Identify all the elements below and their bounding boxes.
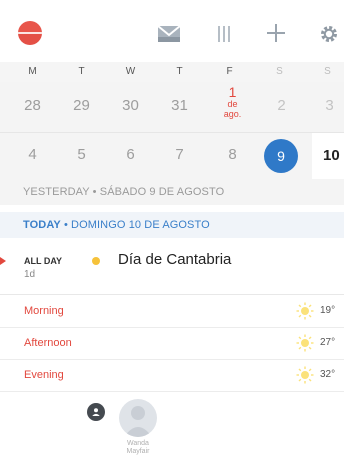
sync-indicator-icon[interactable] (18, 21, 42, 45)
weekday-label: F (226, 66, 233, 77)
day-number: 28 (24, 97, 41, 114)
calendar-day[interactable]: 6 (106, 133, 155, 179)
calendar-day-holiday[interactable]: 1 de ago. (208, 82, 257, 132)
sun-icon (296, 334, 314, 352)
selected-day[interactable]: 9 (264, 139, 298, 173)
all-day-label: ALL DAY (24, 256, 63, 266)
day-number: 1 (228, 84, 237, 100)
contact-name-line: Mayfair (126, 448, 150, 455)
temperature: 27° (320, 337, 336, 348)
day-number: 4 (28, 146, 37, 163)
current-time-marker-icon (0, 257, 6, 265)
today-label: TODAY (23, 219, 61, 231)
weekday-label: S (324, 66, 331, 77)
temperature: 19° (320, 305, 336, 316)
weekday-label: W (125, 66, 136, 77)
day-number: 31 (171, 97, 188, 114)
calendar-day[interactable]: 2 (257, 82, 306, 132)
person-icon (124, 406, 152, 437)
list-view-icon[interactable] (213, 20, 235, 48)
all-day-event[interactable]: ALL DAY 1d Día de Cantabria (0, 246, 344, 295)
event-color-dot-icon (92, 257, 100, 265)
contact-name-line: Wanda (127, 440, 149, 447)
today-header[interactable]: TODAY • DOMINGO 10 DE AGOSTO (0, 212, 344, 238)
month-label: de (227, 99, 238, 109)
weekday-label: T (176, 66, 183, 77)
contact-name: Wanda Mayfair (112, 440, 164, 456)
weekday-label: M (28, 66, 37, 77)
temperature: 32° (320, 369, 336, 380)
period-label: Evening (24, 369, 64, 381)
sun-icon (296, 366, 314, 384)
weekday-header: M T W T F S S (0, 62, 344, 82)
settings-icon[interactable] (316, 20, 342, 48)
weekday-label: S (276, 66, 283, 77)
day-number: 2 (277, 97, 286, 114)
inbox-icon[interactable] (154, 20, 184, 48)
day-number: 3 (325, 97, 334, 114)
calendar-day[interactable]: 4 (8, 133, 57, 179)
event-duration: 1d (24, 269, 36, 280)
calendar-day[interactable]: 3 (305, 82, 344, 132)
weather-afternoon[interactable]: Afternoon 27° (0, 328, 344, 360)
toolbar (0, 0, 344, 62)
period-label: Afternoon (24, 337, 72, 349)
today-day-number[interactable]: 10 (323, 147, 340, 164)
day-number: 5 (77, 146, 86, 163)
calendar-day[interactable]: 5 (57, 133, 106, 179)
yesterday-header[interactable]: YESTERDAY • SÁBADO 9 DE AGOSTO (0, 179, 344, 205)
day-number: 7 (175, 146, 184, 163)
add-person-icon (92, 408, 100, 416)
calendar-day[interactable]: 30 (106, 82, 155, 132)
today-date: • DOMINGO 10 DE AGOSTO (60, 219, 210, 231)
weather-evening[interactable]: Evening 32° (0, 360, 344, 392)
day-number: 8 (228, 146, 237, 163)
weather-morning[interactable]: Morning 19° (0, 296, 344, 328)
avatar[interactable] (119, 399, 157, 437)
weekday-label: T (78, 66, 85, 77)
calendar-day[interactable]: 31 (155, 82, 204, 132)
calendar-day[interactable]: 29 (57, 82, 106, 132)
add-icon[interactable] (262, 18, 290, 48)
calendar-week-row: 28 29 30 31 1 de ago. 2 3 (0, 82, 344, 133)
calendar-day[interactable]: 7 (155, 133, 204, 179)
period-label: Morning (24, 305, 64, 317)
event-title: Día de Cantabria (118, 251, 232, 268)
month-label: ago. (223, 109, 242, 119)
add-person-button[interactable] (87, 403, 105, 421)
sun-icon (296, 302, 314, 320)
day-number: 6 (126, 146, 135, 163)
day-number: 30 (122, 97, 139, 114)
calendar-day[interactable]: 28 (8, 82, 57, 132)
day-number: 29 (73, 97, 90, 114)
calendar-day[interactable]: 8 (208, 133, 257, 179)
